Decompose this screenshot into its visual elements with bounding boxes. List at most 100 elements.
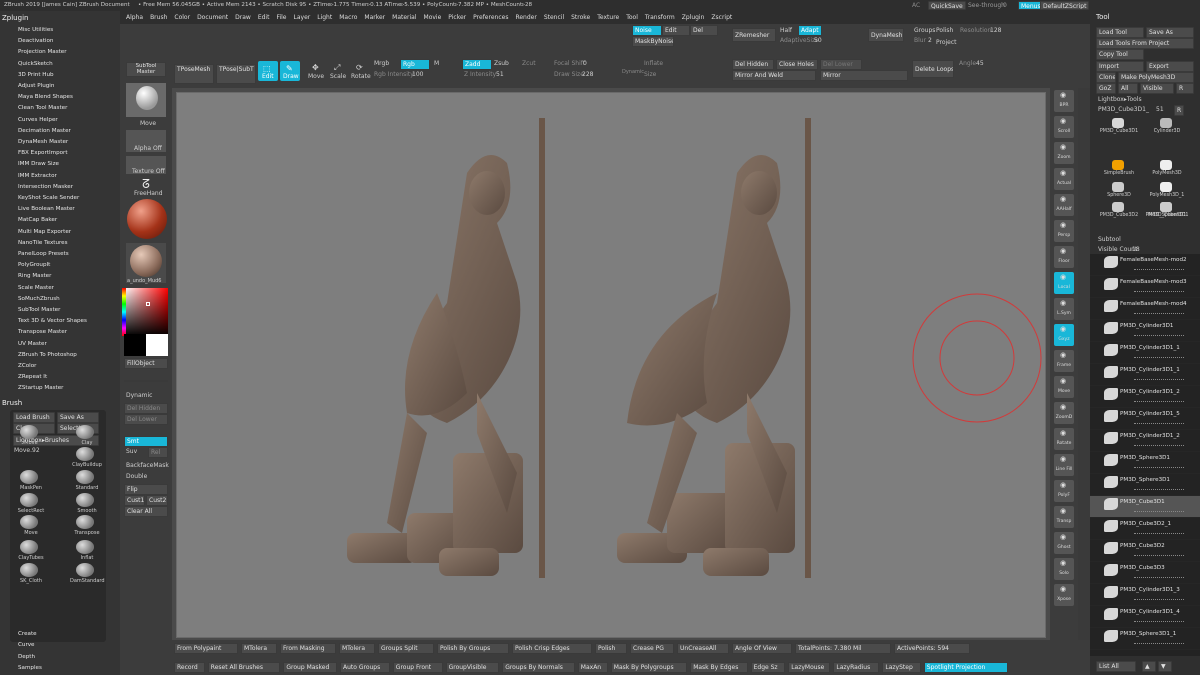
m-toggle[interactable]: M xyxy=(434,60,439,67)
plugin-item[interactable]: Transpose Master xyxy=(18,329,67,335)
subtool-visibility-icons[interactable] xyxy=(1134,574,1184,578)
half-toggle[interactable]: Half xyxy=(780,27,792,34)
subtool-down-button[interactable]: ▼ xyxy=(1158,661,1172,672)
menu-zscript[interactable]: Zscript xyxy=(711,11,732,24)
tool-title[interactable]: Tool xyxy=(1096,13,1110,21)
shelf-frame[interactable]: ◉ Frame xyxy=(1054,350,1074,372)
subtool-up-button[interactable]: ▲ xyxy=(1142,661,1156,672)
tool-slot[interactable]: Sphere3D xyxy=(1096,182,1142,202)
dynamic-label[interactable]: Dynamic xyxy=(622,69,644,75)
shelf-aahalf[interactable]: ◉ AAHalf xyxy=(1054,194,1074,216)
load-brush-button[interactable]: Load Brush xyxy=(13,412,55,423)
document-canvas[interactable] xyxy=(176,92,1046,638)
load-tools-from-project-button[interactable]: Load Tools From Project xyxy=(1096,38,1194,49)
brush-slot[interactable]: DamStandard xyxy=(70,563,105,585)
subtool-visibility-icons[interactable] xyxy=(1134,464,1184,468)
tool-slot[interactable]: PM3D_Cube3D1 xyxy=(1096,118,1142,138)
make-polymesh-button[interactable]: Make PolyMesh3D xyxy=(1118,72,1194,83)
tool-slot[interactable]: Cylinder3D xyxy=(1144,118,1190,138)
subtool-visibility-icons[interactable] xyxy=(1134,266,1184,270)
brush-slot[interactable]: ClayTubes xyxy=(14,540,48,562)
lightbox-tools-button[interactable]: Lightbox▸Tools xyxy=(1098,96,1142,103)
draw-size-label[interactable]: Draw Size xyxy=(554,71,584,78)
bottom-row1-totalpoints-7-380-mil[interactable]: TotalPoints: 7.380 Mil xyxy=(795,643,891,654)
menu-movie[interactable]: Movie xyxy=(424,11,442,24)
brush-thumbnail[interactable] xyxy=(126,83,166,117)
brush-slot[interactable]: Smooth xyxy=(70,493,104,515)
subtool-list[interactable]: FemaleBaseMesh-mod2 FemaleBaseMesh-mod3 Fe… xyxy=(1090,254,1200,656)
zplugin-title[interactable]: Zplugin xyxy=(2,14,28,22)
brush-slot[interactable]: Move xyxy=(14,515,48,537)
menu-tool[interactable]: Tool xyxy=(626,11,638,24)
bottom-row2-lazymouse[interactable]: LazyMouse xyxy=(788,662,831,673)
import-button[interactable]: Import xyxy=(1096,61,1144,72)
left-section-depth[interactable]: Depth xyxy=(18,654,35,660)
tool-slot[interactable]: SimpleBrush xyxy=(1096,160,1142,180)
menu-material[interactable]: Material xyxy=(392,11,416,24)
subtool-visibility-icons[interactable] xyxy=(1134,420,1184,424)
subtool-visibility-icons[interactable] xyxy=(1134,640,1184,644)
plugin-item[interactable]: IMM Draw Size xyxy=(18,161,59,167)
backface-mask-toggle[interactable]: BackfaceMask xyxy=(126,462,169,469)
plugin-item[interactable]: Scale Master xyxy=(18,285,54,291)
project-toggle[interactable]: Project xyxy=(936,39,957,46)
shelf-gxyz[interactable]: ◉ Gxyz xyxy=(1054,324,1074,346)
menu-zplugin[interactable]: Zplugin xyxy=(682,11,705,24)
subtool-row[interactable]: PM3D_Cylinder3D1_4 xyxy=(1090,606,1200,628)
left-section-samples[interactable]: Samples xyxy=(18,665,42,671)
tpose-mesh-button[interactable]: TPoseMesh xyxy=(174,64,214,84)
subtool-row[interactable]: PM3D_Cylinder3D1_3 xyxy=(1090,584,1200,606)
menu-stencil[interactable]: Stencil xyxy=(544,11,564,24)
bottom-row1-polish-crisp-edges[interactable]: Polish Crisp Edges xyxy=(512,643,592,654)
polish-toggle[interactable]: Polish xyxy=(936,27,953,34)
subtool-visibility-icons[interactable] xyxy=(1134,618,1184,622)
suv-toggle[interactable]: Suv xyxy=(126,448,137,455)
z-intensity-label[interactable]: Z Intensity xyxy=(464,71,496,78)
subtool-row[interactable]: PM3D_Cylinder3D1_2 xyxy=(1090,386,1200,408)
bottom-row2-mask-by-edges[interactable]: Mask By Edges xyxy=(690,662,748,673)
subtool-row[interactable]: PM3D_Cube3D2 xyxy=(1090,540,1200,562)
seethrough-label[interactable]: See-through xyxy=(968,2,1005,9)
scale-mode-button[interactable]: ⤢ Scale xyxy=(328,61,348,81)
menu-layer[interactable]: Layer xyxy=(294,11,311,24)
shelf-persp[interactable]: ◉ Persp xyxy=(1054,220,1074,242)
brush-slot[interactable]: Standard xyxy=(70,470,104,492)
rgb-intensity-label[interactable]: Rgb Intensity xyxy=(374,71,414,78)
subtool-visibility-icons[interactable] xyxy=(1134,530,1184,534)
flip-button[interactable]: Flip xyxy=(124,484,168,495)
plugin-item[interactable]: SubTool Master xyxy=(18,307,60,313)
cust1-button[interactable]: Cust1 xyxy=(124,495,145,506)
subtool-row[interactable]: PM3D_Cylinder3D1_2 xyxy=(1090,430,1200,452)
bottom-row1-uncreaseall[interactable]: UnCreaseAll xyxy=(677,643,729,654)
material-thumbnail[interactable] xyxy=(126,243,166,283)
shelf-scroll[interactable]: ◉ Scroll xyxy=(1054,116,1074,138)
dynamic-toggle[interactable]: Dynamic xyxy=(126,392,152,399)
mrgb-toggle[interactable]: Mrgb xyxy=(374,60,389,67)
bottom-row2-record[interactable]: Record xyxy=(174,662,205,673)
shelf-ghost[interactable]: ◉ Ghost xyxy=(1054,532,1074,554)
subtool-visibility-icons[interactable] xyxy=(1134,288,1184,292)
plugin-item[interactable]: Projection Master xyxy=(18,49,67,55)
plugin-item[interactable]: QuickSketch xyxy=(18,61,53,67)
menu-draw[interactable]: Draw xyxy=(235,11,251,24)
subtool-visibility-icons[interactable] xyxy=(1134,596,1184,600)
brush-title[interactable]: Brush xyxy=(2,399,22,407)
goz-button[interactable]: GoZ xyxy=(1096,83,1116,94)
rgb-toggle[interactable]: Rgb xyxy=(400,59,430,70)
del-hidden-button[interactable]: Del Hidden xyxy=(732,59,774,70)
resolution-label[interactable]: Resolution xyxy=(960,27,991,34)
menu-transform[interactable]: Transform xyxy=(645,11,675,24)
subtool-visibility-icons[interactable] xyxy=(1134,552,1184,556)
delete-loops-button[interactable]: Delete Loops xyxy=(912,60,954,78)
shelf-transp[interactable]: ◉ Transp xyxy=(1054,506,1074,528)
bottom-row1-mtolera[interactable]: MTolera xyxy=(339,643,375,654)
subtool-row[interactable]: FemaleBaseMesh-mod2 xyxy=(1090,254,1200,276)
close-holes-button[interactable]: Close Holes xyxy=(776,59,818,70)
menu-document[interactable]: Document xyxy=(197,11,228,24)
subtool-title[interactable]: Subtool xyxy=(1098,236,1121,243)
dynamesh-button[interactable]: DynaMesh xyxy=(868,28,904,42)
shelf-zoom[interactable]: ◉ Zoom xyxy=(1054,142,1074,164)
tpose-subt-button[interactable]: TPose|SubT xyxy=(216,64,256,84)
copy-tool-button[interactable]: Copy Tool xyxy=(1096,49,1144,60)
tool-slot[interactable]: PolyMesh3D_1 xyxy=(1144,182,1190,202)
